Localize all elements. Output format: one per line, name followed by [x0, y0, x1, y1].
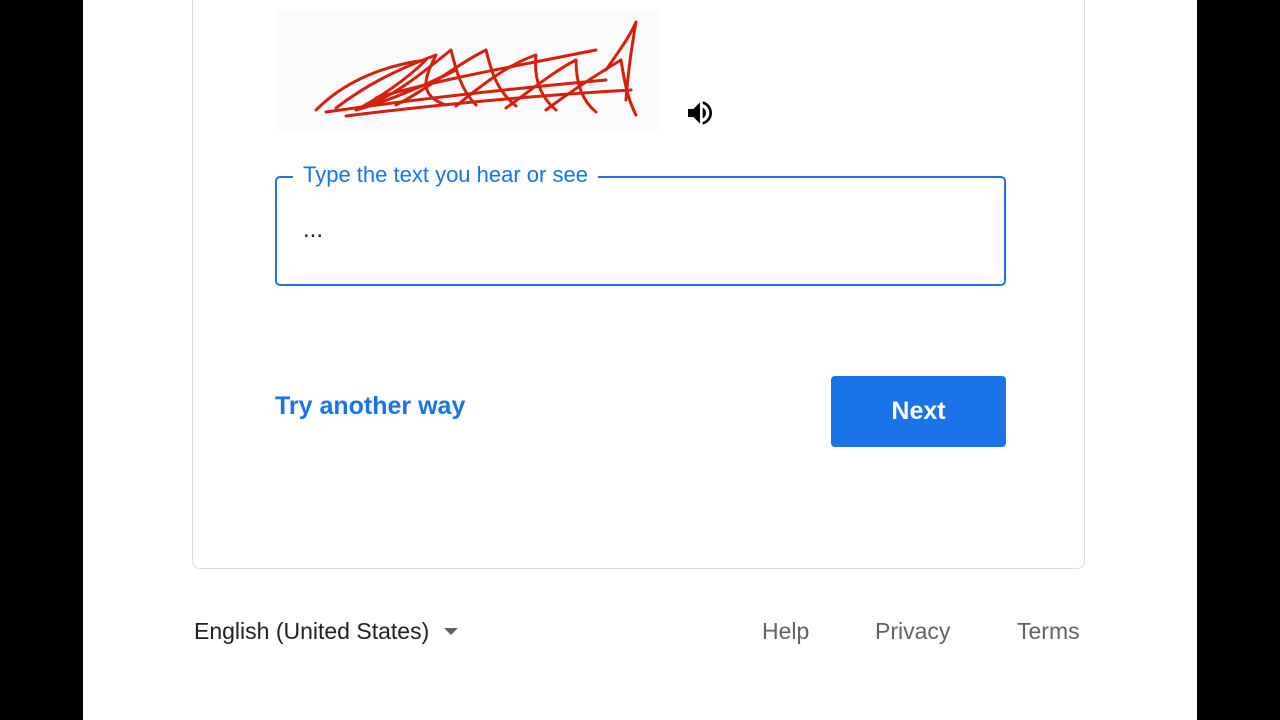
captcha-image — [276, 10, 660, 130]
captcha-answer-label: Type the text you hear or see — [293, 162, 598, 188]
browser-viewport: Type the text you hear or see Try anothe… — [83, 0, 1197, 720]
privacy-link[interactable]: Privacy — [875, 618, 950, 645]
help-link[interactable]: Help — [762, 618, 809, 645]
volume-up-icon — [688, 101, 712, 125]
language-selector[interactable]: English (United States) — [194, 618, 459, 645]
page-footer: English (United States) Help Privacy Ter… — [83, 600, 1197, 660]
captcha-answer-container: Type the text you hear or see — [275, 162, 1006, 286]
terms-link[interactable]: Terms — [1017, 618, 1080, 645]
language-label: English (United States) — [194, 618, 430, 644]
audio-captcha-button[interactable] — [683, 96, 717, 130]
captcha-answer-input[interactable] — [303, 208, 963, 252]
next-button[interactable]: Next — [831, 376, 1006, 447]
signin-card: Type the text you hear or see Try anothe… — [192, 0, 1085, 569]
try-another-way-link[interactable]: Try another way — [275, 392, 465, 421]
caret-down-icon — [444, 627, 459, 635]
